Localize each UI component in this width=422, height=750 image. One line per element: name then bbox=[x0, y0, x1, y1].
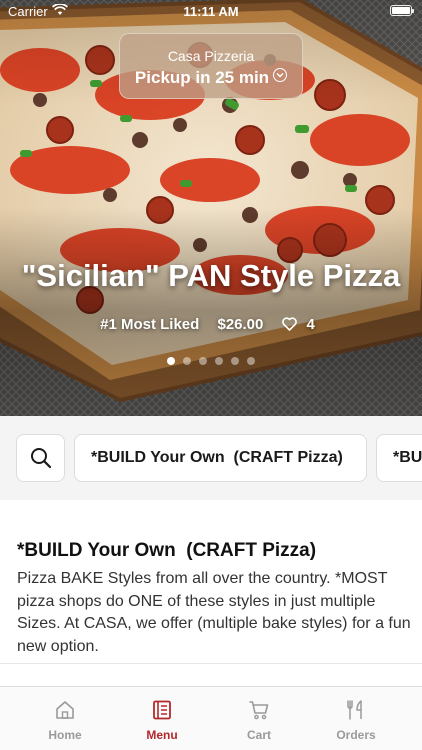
featured-item-title: "Sicilian" PAN Style Pizza bbox=[21, 258, 401, 293]
tab-menu[interactable]: Menu bbox=[113, 687, 211, 750]
tab-bar: Home Menu Cart Orders bbox=[0, 686, 422, 750]
cart-icon bbox=[249, 701, 269, 720]
tab-label: Cart bbox=[246, 728, 271, 742]
carousel-dot[interactable] bbox=[215, 357, 223, 365]
tab-cart[interactable]: Cart bbox=[210, 687, 308, 750]
section-description: Pizza BAKE Styles from all over the coun… bbox=[17, 570, 411, 655]
carousel-dot[interactable] bbox=[183, 357, 191, 365]
search-button[interactable] bbox=[16, 434, 65, 482]
battery-icon bbox=[390, 5, 414, 16]
category-bar: *BUILD Your Own (CRAFT Pizza) *BUILD You… bbox=[0, 416, 422, 500]
featured-item-meta: #1 Most Liked $26.00 4 bbox=[0, 316, 422, 333]
carousel-dot[interactable] bbox=[231, 357, 239, 365]
heart-icon bbox=[281, 317, 297, 331]
pickup-time-label: Pickup in 25 min bbox=[120, 68, 302, 88]
chevron-down-icon bbox=[273, 68, 288, 82]
menu-section: *BUILD Your Own (CRAFT Pizza) Pizza BAKE… bbox=[0, 500, 422, 664]
store-name: Casa Pizzeria bbox=[167, 48, 255, 64]
tab-orders[interactable]: Orders bbox=[307, 687, 405, 750]
featured-price: $26.00 bbox=[217, 316, 264, 333]
clock: 11:11 AM bbox=[183, 4, 239, 19]
tab-label: Menu bbox=[146, 728, 178, 742]
featured-hero[interactable]: Carrier 11:11 AM Casa Pizzeria Pickup in… bbox=[0, 0, 422, 416]
pickup-selector[interactable]: Casa Pizzeria Pickup in 25 min bbox=[119, 33, 303, 99]
home-icon bbox=[56, 701, 74, 719]
category-pill-build-your-own[interactable]: *BUILD Your Own (CRAFT Pizza) bbox=[74, 434, 367, 482]
orders-icon bbox=[347, 700, 362, 720]
status-bar: Carrier 11:11 AM bbox=[0, 0, 422, 22]
tab-label: Orders bbox=[336, 728, 376, 742]
carousel-dot[interactable] bbox=[167, 357, 175, 365]
carousel-pagination[interactable] bbox=[0, 357, 422, 365]
section-title: *BUILD Your Own (CRAFT Pizza) bbox=[17, 540, 317, 561]
menu-icon bbox=[153, 700, 171, 720]
most-liked-badge: #1 Most Liked bbox=[100, 316, 200, 333]
tab-label: Home bbox=[48, 728, 82, 742]
category-pill[interactable]: *BUILD Your Own (CRAFT Pizza) bbox=[376, 434, 422, 482]
carousel-dot[interactable] bbox=[199, 357, 207, 365]
tab-home[interactable]: Home bbox=[16, 687, 114, 750]
carousel-dot[interactable] bbox=[247, 357, 255, 365]
likes-count: 4 bbox=[281, 316, 322, 333]
search-icon bbox=[31, 448, 52, 469]
next-item-peek bbox=[0, 664, 422, 686]
